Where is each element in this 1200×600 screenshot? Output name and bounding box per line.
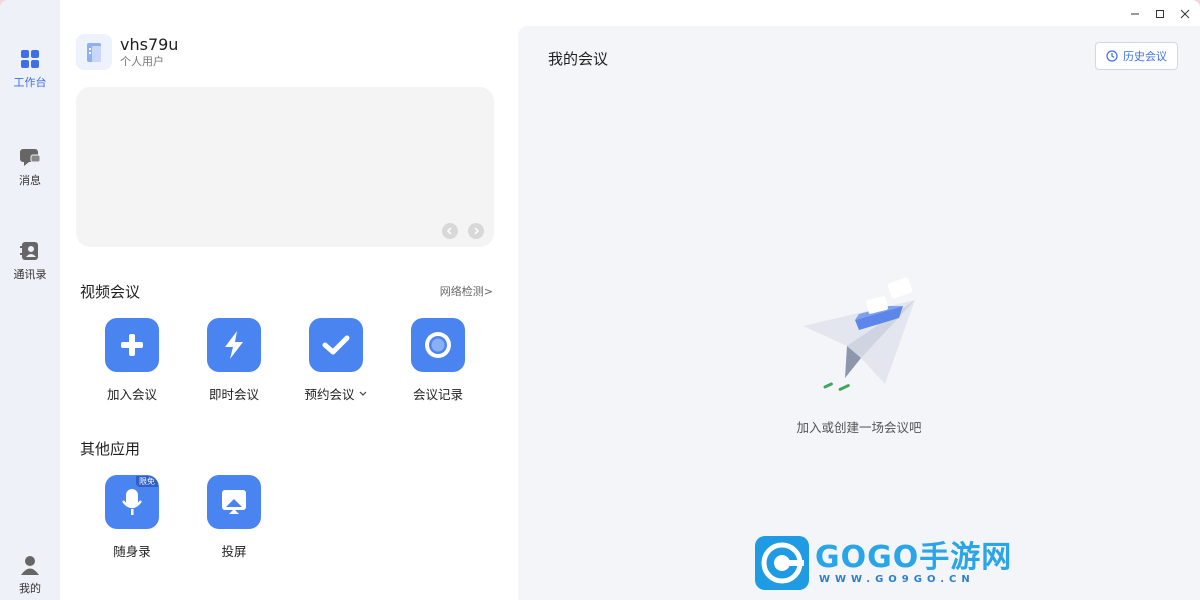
tile-label: 即时会议 — [208, 387, 259, 402]
tile-label-text: 预约会议 — [304, 387, 355, 402]
building-icon — [87, 43, 101, 62]
instant-meeting-button[interactable]: 即时会议 — [194, 318, 274, 403]
history-meetings-button[interactable]: 历史会议 — [1095, 42, 1178, 70]
rail-item-label: 消息 — [19, 174, 41, 187]
watermark-title: GOGO手游网 — [815, 539, 1013, 575]
user-type: 个人用户 — [120, 55, 164, 68]
microphone-icon: 限免 — [105, 475, 159, 529]
panel-title: 我的会议 — [548, 50, 609, 68]
user-icon — [19, 554, 41, 576]
contacts-icon — [19, 240, 41, 262]
plus-icon — [105, 318, 159, 372]
rail-item-profile[interactable]: 我的 — [0, 554, 60, 596]
watermark-url: WWW.GO9GO.CN — [819, 573, 975, 585]
tile-label: 加入会议 — [106, 387, 157, 402]
chevron-right-icon[interactable] — [468, 223, 484, 239]
workbench-panel: vhs79u 个人用户 视频会议 网络检测> 加入会议 即时会议 预约会议 会议… — [60, 0, 515, 600]
portable-recorder-button[interactable]: 限免 随身录 — [92, 475, 172, 560]
screen-cast-button[interactable]: 投屏 — [194, 475, 274, 560]
free-badge: 限免 — [136, 476, 158, 487]
nav-rail: 工作台 消息 通讯录 我的 — [0, 0, 60, 600]
maximize-icon[interactable] — [1152, 6, 1168, 22]
avatar — [76, 34, 112, 70]
section-title-video: 视频会议 — [80, 283, 141, 301]
rail-item-label: 我的 — [19, 582, 41, 595]
grid-icon — [19, 48, 41, 70]
rail-item-workbench[interactable]: 工作台 — [0, 48, 60, 90]
paper-plane-icon — [803, 276, 918, 400]
chat-icon — [19, 146, 41, 168]
network-check-link[interactable]: 网络检测> — [440, 283, 493, 299]
join-meeting-button[interactable]: 加入会议 — [92, 318, 172, 403]
tile-label: 随身录 — [113, 544, 151, 559]
minimize-icon[interactable] — [1127, 6, 1143, 22]
app-window: 工作台 消息 通讯录 我的 vhs79u 个人用户 视频会议 网络检测> 加入会… — [0, 0, 1200, 600]
tile-label: 投屏 — [221, 544, 247, 559]
close-icon[interactable] — [1177, 6, 1193, 22]
meeting-record-button[interactable]: 会议记录 — [398, 318, 478, 403]
gogo-logo-icon — [755, 536, 809, 590]
chevron-left-icon[interactable] — [442, 223, 458, 239]
screen-cast-icon — [207, 475, 261, 529]
record-icon — [411, 318, 465, 372]
history-button-label: 历史会议 — [1123, 50, 1167, 63]
schedule-meeting-button[interactable]: 预约会议 — [296, 318, 376, 403]
tile-label: 会议记录 — [412, 387, 463, 402]
watermark-logo: GOGO手游网 WWW.GO9GO.CN — [755, 536, 1012, 590]
rail-item-contacts[interactable]: 通讯录 — [0, 240, 60, 282]
chevron-down-icon[interactable] — [358, 390, 368, 398]
clock-icon — [1106, 50, 1118, 62]
tile-label: 预约会议 — [304, 384, 367, 403]
empty-state-text: 加入或创建一场会议吧 — [796, 420, 922, 435]
my-meetings-panel: 我的会议 历史会议 加入或创建一场会议吧 GOGO手游网 WWW.GO9GO.C… — [518, 26, 1200, 600]
rail-item-label: 通讯录 — [13, 268, 47, 281]
section-title-other: 其他应用 — [80, 440, 141, 458]
check-icon — [309, 318, 363, 372]
rail-item-label: 工作台 — [13, 76, 47, 89]
user-profile[interactable]: vhs79u 个人用户 — [76, 34, 178, 70]
lightning-icon — [207, 318, 261, 372]
banner-carousel[interactable] — [76, 87, 494, 247]
rail-item-messages[interactable]: 消息 — [0, 146, 60, 188]
username: vhs79u — [120, 35, 179, 54]
